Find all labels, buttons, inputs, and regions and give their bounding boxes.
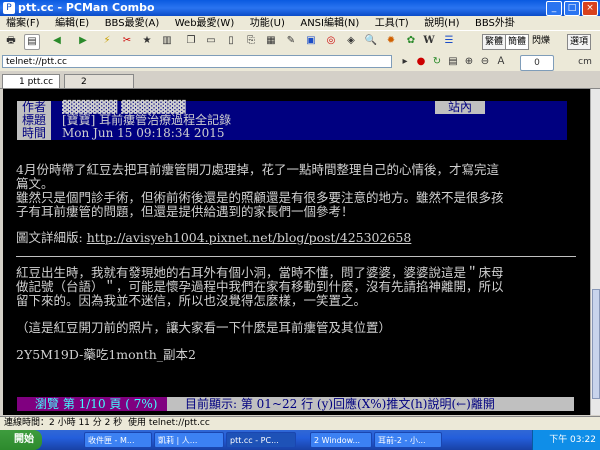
disconnect-icon[interactable]: ✂ (120, 34, 134, 48)
wikipedia-icon[interactable]: W (422, 34, 436, 48)
body-line: 篇文。 (16, 176, 54, 191)
lock-icon[interactable]: ▤ (446, 55, 460, 69)
print-icon[interactable]: 🖶 (4, 34, 18, 48)
page-icon[interactable]: ▯ (224, 34, 238, 48)
app-icon: P (3, 2, 15, 14)
copy-icon[interactable]: ❐ (184, 34, 198, 48)
scrollbar-thumb[interactable] (592, 289, 600, 399)
page-indicator: 瀏覽 第 1/10 頁 ( 7%) (17, 397, 167, 411)
body-line: （這是紅豆開刀前的照片，讓大家看一下什麼是耳前瘻管及其位置） (16, 320, 392, 335)
table-icon[interactable]: ▣ (304, 34, 318, 48)
task-ear[interactable]: 耳前-2 - 小... (374, 432, 442, 448)
blink-toggle[interactable]: 閃爍 (530, 34, 552, 48)
board-label: 站內 (435, 101, 485, 114)
task-windows[interactable]: 2 Window... (310, 432, 372, 448)
scrollbar[interactable] (590, 89, 600, 415)
connection-time: 連線時間：2 小時 11 分 2 秒 (4, 418, 123, 428)
menu-help[interactable]: 說明(H) (418, 17, 465, 31)
time-label: 時間 (17, 127, 51, 140)
body-line: 紅豆出生時，我就有發現她的右耳外有個小洞，當時不懂，問了婆婆，婆婆說這是＂床母 (16, 265, 504, 280)
app-status-bar: 連線時間：2 小時 11 分 2 秒 使用 telnet://ptt.cc (0, 416, 600, 430)
options-button[interactable]: 選項 (567, 34, 592, 50)
font-icon[interactable]: Ａ (494, 55, 508, 69)
tab-pcman[interactable]: 2 PCMAN+... (64, 74, 134, 101)
minimize-button[interactable]: _ (546, 1, 562, 16)
reconnect-icon[interactable]: ⚡ (100, 34, 114, 48)
favorites-icon[interactable]: ★ (140, 34, 154, 48)
menu-bbs-favorites[interactable]: BBS最愛(A) (99, 17, 166, 31)
title-bar: P ptt.cc - PCMan Combo _ □ × (0, 0, 600, 16)
list-icon[interactable]: ☰ (442, 34, 456, 48)
address-bar: telnet://ptt.cc ▸ ● ↻ ▤ ⊕ ⊖ Ａ 0 cm (0, 53, 600, 71)
body-line: 雖然只是個門診手術，但術前術後還是的照顧還是有很多要注意的地方。雖然不是很多孩 (16, 190, 504, 205)
task-ptt[interactable]: ptt.cc - PC... (226, 432, 296, 448)
unit-label: cm (578, 57, 592, 67)
address-input[interactable]: telnet://ptt.cc (2, 55, 392, 68)
menu-bar: 檔案(F) 編輯(E) BBS最愛(A) Web最愛(W) 功能(U) ANSI… (0, 16, 600, 30)
task-inbox[interactable]: 收件匣 - M... (84, 432, 152, 448)
key-hints: 目前顯示: 第 01~22 行 (y)回應(X%)推文(h)說明(←)離開 (167, 397, 574, 411)
close-button[interactable]: × (582, 1, 598, 16)
zoom-in-icon[interactable]: ⊕ (462, 55, 476, 69)
task-kelly[interactable]: 凱莉 | 人... (154, 432, 224, 448)
stop-icon[interactable]: ● (414, 55, 428, 69)
menu-file[interactable]: 檔案(F) (0, 17, 46, 31)
time-value: Mon Jun 15 09:18:34 2015 (62, 126, 225, 140)
board-icon[interactable]: ▦ (264, 34, 278, 48)
clip-icon[interactable]: ⎘ (244, 34, 258, 48)
terminal-screen[interactable]: 作者 ▓▓▓▓▓▓ ▓▓▓▓▓▓▓ 站內 標題 [寶寶] 耳前瘻管治療過程全記錄… (3, 89, 590, 415)
divider (16, 256, 576, 257)
start-button[interactable]: 開始 (0, 430, 42, 450)
body-line: 做記號（台語）＂，可能是懷孕過程中我們在家有移動到什麼，沒有先請掐神離開，所以 (16, 279, 504, 294)
go-icon[interactable]: ▸ (398, 55, 412, 69)
edit-icon[interactable]: ✎ (284, 34, 298, 48)
settings-icon[interactable]: ✹ (384, 34, 398, 48)
clock: 下午 03:22 (549, 435, 596, 445)
window-title: ptt.cc - PCMan Combo (18, 1, 155, 14)
detail-label: 圖文詳細版: (16, 230, 83, 245)
tab-bar: 1 ptt.cc 2 PCMAN+... (0, 72, 600, 101)
paste-icon[interactable]: ▥ (160, 34, 174, 48)
back-icon[interactable]: ◀ (50, 34, 64, 48)
menu-bbs-plugin[interactable]: BBS外掛 (469, 17, 521, 31)
menu-tools[interactable]: 工具(T) (369, 17, 415, 31)
search-icon[interactable]: 🔍 (364, 34, 378, 48)
menu-edit[interactable]: 編輯(E) (49, 17, 95, 31)
traditional-button[interactable]: 繁體 (482, 34, 507, 50)
detail-link[interactable]: http://avisyeh1004.pixnet.net/blog/post/… (87, 230, 412, 245)
plugin-icon[interactable]: ✿ (404, 34, 418, 48)
forward-icon[interactable]: ▶ (76, 34, 90, 48)
system-tray: 下午 03:22 (532, 430, 600, 450)
connection-info: 使用 telnet://ptt.cc (128, 418, 210, 428)
zoom-field[interactable]: 0 (520, 55, 554, 71)
browse-status-bar: 瀏覽 第 1/10 頁 ( 7%) 目前顯示: 第 01~22 行 (y)回應(… (17, 397, 577, 411)
refresh-icon[interactable]: ↻ (430, 55, 444, 69)
bookmark-icon[interactable]: ◈ (344, 34, 358, 48)
menu-web-favorites[interactable]: Web最愛(W) (169, 17, 241, 31)
tab-ptt[interactable]: 1 ptt.cc (2, 74, 60, 88)
document-icon[interactable]: ▭ (204, 34, 218, 48)
body-line: 子有耳前瘻管的問題，但還是提供給遇到的家長們一個參考！ (16, 204, 354, 219)
simplified-button[interactable]: 簡體 (505, 34, 530, 50)
maximize-button[interactable]: □ (564, 1, 580, 16)
taskbar: 開始 收件匣 - M... 凱莉 | 人... ptt.cc - PC... 2… (0, 430, 600, 450)
body-line: 4月份時帶了紅豆去把耳前瘻管開刀處理掉，花了一點時間整理自己的心情後，才寫完這 (16, 162, 499, 177)
detail-line: 圖文詳細版: http://avisyeh1004.pixnet.net/blo… (16, 231, 411, 245)
body-line: 留下來的。因為我並不迷信，所以也沒覺得怎麼樣，一笑置之。 (16, 293, 367, 308)
toolbar: 🖶 ▤ ◀ ▶ ⚡ ✂ ★ ▥ ❐ ▭ ▯ ⎘ ▦ ✎ ▣ ◎ ◈ 🔍 ✹ ✿ … (0, 30, 600, 54)
target-icon[interactable]: ◎ (324, 34, 338, 48)
body-line: 2Y5M19D-藥吃1month_副本2 (16, 347, 196, 362)
menu-function[interactable]: 功能(U) (244, 17, 291, 31)
time-row: 時間 Mon Jun 15 09:18:34 2015 (17, 127, 567, 140)
zoom-out-icon[interactable]: ⊖ (478, 55, 492, 69)
menu-ansi-edit[interactable]: ANSI編輯(N) (294, 17, 365, 31)
new-icon[interactable]: ▤ (24, 34, 40, 50)
